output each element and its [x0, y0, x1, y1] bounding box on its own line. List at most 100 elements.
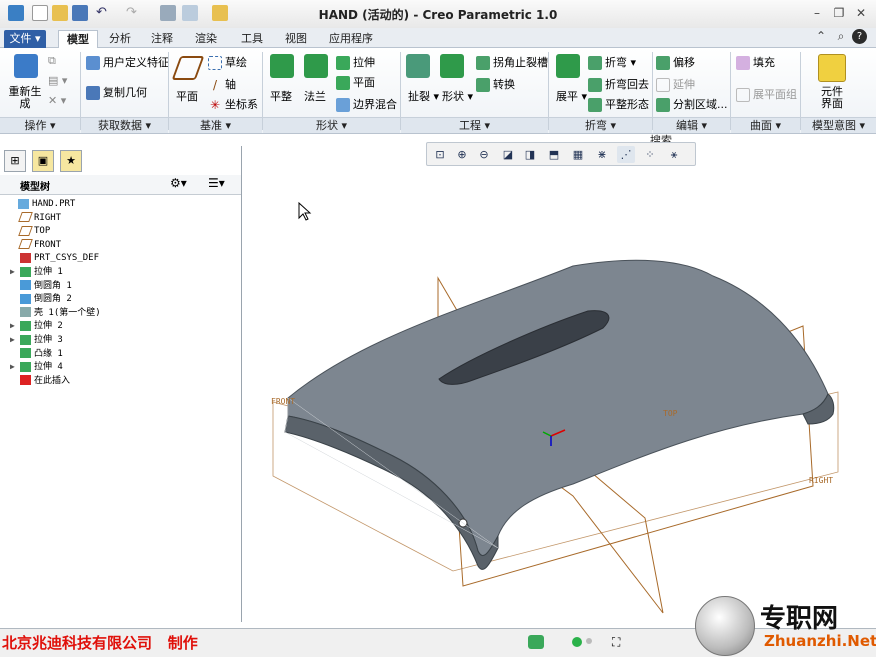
help-icon[interactable]: ? [852, 29, 867, 44]
plane-button[interactable]: 平面 [176, 88, 198, 104]
tab-model[interactable]: 模型 [58, 30, 98, 48]
insert-icon [20, 375, 31, 386]
extend-button[interactable]: 延伸 [656, 76, 695, 92]
tree-item[interactable]: 在此插入 [10, 374, 70, 388]
offset-button[interactable]: 偏移 [656, 54, 695, 70]
axis-button[interactable]: / 轴 [208, 76, 236, 92]
bend-back-icon [588, 78, 602, 92]
search-icon[interactable]: ⌕ [832, 29, 850, 44]
split-area-button[interactable]: 分割区域... [656, 96, 728, 112]
plane-icon [171, 56, 205, 80]
form-button[interactable]: 形状 ▾ [442, 88, 473, 104]
boundary-blend-button[interactable]: 边界混合 [336, 96, 397, 112]
group-model-intent[interactable]: 模型意图 ▾ [801, 117, 876, 133]
corner-relief-button[interactable]: 拐角止裂槽 [476, 54, 548, 70]
model-tree-tab-icon[interactable]: ⊞ [4, 150, 26, 172]
tree-item[interactable]: ▶ 拉伸 2 [10, 319, 63, 333]
group-shapes[interactable]: 形状 ▾ [263, 117, 400, 133]
expand-quilt-button[interactable]: 展平面组 [736, 86, 797, 102]
expand-arrow-icon[interactable]: ▶ [10, 333, 20, 347]
tree-item[interactable]: RIGHT [10, 211, 61, 225]
zoom-out-icon[interactable]: ⊖ [475, 146, 493, 163]
paste-icon[interactable]: ▤ ▾ [48, 74, 67, 87]
tree-item[interactable]: ▶ 拉伸 1 [10, 265, 63, 279]
tab-analysis[interactable]: 分析 [104, 30, 136, 48]
find-icon[interactable]: ⛶ [612, 635, 620, 650]
plane-shape-button[interactable]: 平面 [336, 74, 375, 90]
tab-file[interactable]: 文件 ▾ [4, 30, 46, 48]
graphics-window[interactable]: FRONT TOP RIGHT [201, 166, 876, 628]
minimize-icon[interactable]: – [808, 6, 826, 20]
datum-points-icon[interactable]: ⁘ [641, 146, 659, 163]
flat-state-button[interactable]: 平整形态 [588, 96, 649, 112]
group-operations[interactable]: 操作 ▾ [0, 117, 80, 133]
sketch-button[interactable]: 草绘 [208, 54, 247, 70]
group-get-data[interactable]: 获取数据 ▾ [81, 117, 168, 133]
tab-tools[interactable]: 工具 [236, 30, 268, 48]
tree-item[interactable]: 倒圆角 2 [10, 292, 72, 306]
zoom-in-icon[interactable]: ⊕ [453, 146, 471, 163]
datum-axes-icon[interactable]: ⋰ [617, 146, 635, 163]
extrude-button[interactable]: 拉伸 [336, 54, 375, 70]
tab-view[interactable]: 视图 [280, 30, 312, 48]
tree-settings-icon[interactable]: ⚙▾ [170, 176, 187, 190]
regen-status-icon[interactable] [528, 635, 544, 649]
copy-icon[interactable]: ⧉ [48, 54, 56, 68]
tree-columns-icon[interactable]: ☰▾ [208, 176, 225, 190]
tree-item[interactable]: 壳 1(第一个壁) [10, 306, 101, 320]
bend-back-button[interactable]: 折弯回去 [588, 76, 649, 92]
group-engineering[interactable]: 工程 ▾ [401, 117, 548, 133]
csys-display-icon[interactable]: ⚹ [665, 146, 683, 163]
regenerate-button[interactable]: 重新生成 [8, 86, 42, 110]
tree-item[interactable]: 凸缘 1 [10, 347, 63, 361]
display-style-icon[interactable]: ◨ [521, 146, 539, 163]
tree-item-label: 壳 1(第一个壁) [34, 307, 101, 318]
tree-item[interactable]: ▶ 拉伸 3 [10, 333, 63, 347]
refit-icon[interactable]: ⊡ [431, 146, 449, 163]
favorites-tab-icon[interactable]: ★ [60, 150, 82, 172]
part-top-face[interactable] [287, 259, 829, 556]
convert-button[interactable]: 转换 [476, 76, 515, 92]
expand-arrow-icon[interactable]: ▶ [10, 319, 20, 333]
tree-item[interactable]: FRONT [10, 238, 61, 252]
repaint-icon[interactable]: ◪ [499, 146, 517, 163]
tree-item[interactable]: HAND.PRT [8, 197, 75, 211]
rip-button[interactable]: 扯裂 ▾ [408, 88, 439, 104]
shell-icon [20, 307, 31, 318]
expand-arrow-icon[interactable]: ▶ [10, 360, 20, 374]
bend-button[interactable]: 折弯 ▾ [588, 54, 636, 70]
fill-button[interactable]: 填充 [736, 54, 775, 70]
folder-browser-tab-icon[interactable]: ▣ [32, 150, 54, 172]
flange-button[interactable]: 法兰 [304, 88, 326, 104]
component-interface-button[interactable]: 元件界面 [816, 86, 848, 110]
tab-render[interactable]: 渲染 [190, 30, 222, 48]
group-datum[interactable]: 基准 ▾ [169, 117, 262, 133]
front-datum-label: FRONT [271, 397, 295, 406]
tree-item[interactable]: ▶ 拉伸 4 [10, 360, 63, 374]
corner-relief-icon [476, 56, 490, 70]
saved-views-icon[interactable]: ⬒ [545, 146, 563, 163]
tree-item[interactable]: PRT_CSYS_DEF [10, 251, 99, 265]
maximize-icon[interactable]: ❐ [830, 6, 848, 20]
close-icon[interactable]: ✕ [852, 6, 870, 20]
tab-annotate[interactable]: 注释 [146, 30, 178, 48]
datum-planes-icon[interactable]: ⋇ [593, 146, 611, 163]
tab-applications[interactable]: 应用程序 [322, 30, 380, 48]
csys-button[interactable]: ✳ 坐标系 [208, 96, 258, 112]
user-feature-button[interactable]: 用户定义特征 [86, 54, 169, 70]
expand-arrow-icon[interactable]: ▶ [10, 265, 20, 279]
delete-icon[interactable]: ✕ ▾ [48, 94, 66, 107]
group-surfaces[interactable]: 曲面 ▾ [731, 117, 800, 133]
csys-icon [20, 252, 31, 263]
logo-ball-icon [695, 596, 755, 656]
group-bend[interactable]: 折弯 ▾ [549, 117, 652, 133]
unbend-button[interactable]: 展平 ▾ [556, 88, 587, 104]
collapse-ribbon-icon[interactable]: ⌃ [812, 29, 830, 43]
tree-item[interactable]: TOP [10, 224, 50, 238]
tree-item[interactable]: 倒圆角 1 [10, 279, 72, 293]
flat-wall-button[interactable]: 平整 [270, 88, 292, 104]
view-manager-icon[interactable]: ▦ [569, 146, 587, 163]
copy-geometry-button[interactable]: 复制几何 [86, 84, 147, 100]
group-editing[interactable]: 编辑 ▾ [653, 117, 730, 133]
model-view[interactable]: FRONT TOP RIGHT [201, 166, 876, 628]
